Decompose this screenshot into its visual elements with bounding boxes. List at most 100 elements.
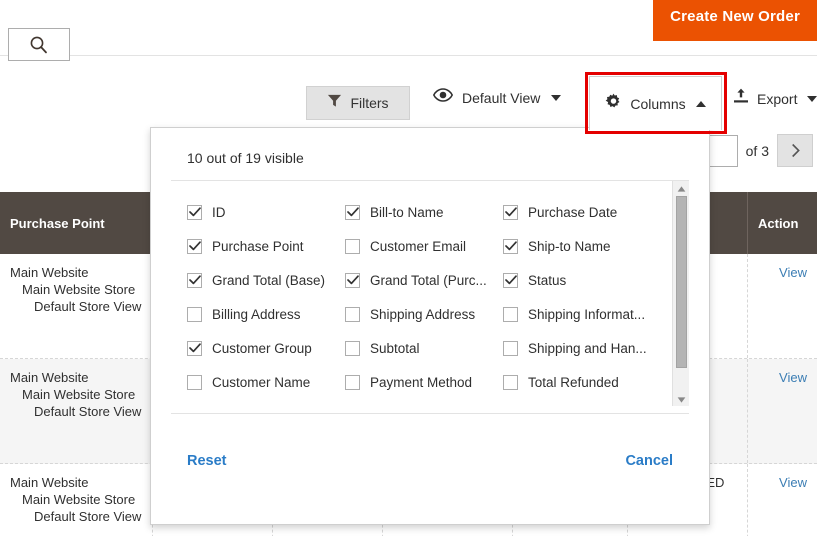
column-option-purchase-point[interactable]: Purchase Point	[187, 229, 345, 263]
column-header-action: Action	[747, 192, 817, 254]
column-option-customer-email[interactable]: Customer Email	[345, 229, 503, 263]
column-option-label: Purchase Date	[528, 204, 618, 220]
column-option-label: Payment Method	[370, 374, 473, 390]
columns-panel-footer: Reset Cancel	[151, 432, 709, 524]
column-option-label: Shipping Informat...	[528, 306, 646, 322]
column-option-customer-name[interactable]: Customer Name	[187, 365, 345, 399]
upload-icon	[733, 88, 749, 109]
chevron-down-icon	[807, 95, 817, 102]
pagination: of 3	[703, 134, 813, 167]
column-option-grand-total-purc[interactable]: Grand Total (Purc...	[345, 263, 503, 297]
column-option-customer-group[interactable]: Customer Group	[187, 331, 345, 365]
scrollbar-thumb[interactable]	[676, 196, 687, 368]
checkbox-icon[interactable]	[345, 340, 360, 356]
purchase-point-store-view: Default Store View	[34, 509, 142, 524]
checkbox-icon[interactable]	[503, 204, 518, 220]
filters-button[interactable]: Filters	[306, 86, 410, 120]
purchase-point-store-view: Default Store View	[34, 299, 142, 314]
purchase-point-website: Main Website	[10, 475, 89, 490]
cell-purchase-point: Main Website Main Website Store Default …	[0, 464, 152, 536]
cancel-button[interactable]: Cancel	[625, 453, 673, 469]
purchase-point-website: Main Website	[10, 265, 89, 280]
cell-purchase-point: Main Website Main Website Store Default …	[0, 254, 152, 358]
column-option-label: Grand Total (Base)	[212, 272, 326, 288]
search-input[interactable]	[8, 28, 70, 61]
column-option-shipping-and-han[interactable]: Shipping and Han...	[503, 331, 661, 365]
cell-action: View	[747, 359, 817, 463]
eye-icon	[432, 88, 454, 107]
checkbox-icon[interactable]	[345, 238, 360, 254]
columns-scrollbar[interactable]	[672, 181, 689, 406]
column-option-status[interactable]: Status	[503, 263, 661, 297]
cell-action: View	[747, 464, 817, 536]
view-order-link[interactable]: View	[779, 475, 807, 490]
reset-button[interactable]: Reset	[187, 453, 227, 469]
columns-options-list: ID Bill-to Name Purchase Date Purchase Poin…	[171, 181, 669, 406]
scroll-up-arrow-icon[interactable]	[673, 181, 689, 196]
page-total-label: of 3	[745, 142, 769, 159]
column-option-label: Shipping Address	[370, 306, 476, 322]
export-label: Export	[757, 90, 798, 107]
column-option-label: Customer Name	[212, 374, 311, 390]
columns-options-scroll-area[interactable]: ID Bill-to Name Purchase Date Purchase Poin…	[171, 180, 689, 406]
checkbox-icon[interactable]	[503, 272, 518, 288]
checkbox-icon[interactable]	[503, 340, 518, 356]
view-order-link[interactable]: View	[779, 370, 807, 385]
column-option-label: Grand Total (Purc...	[370, 272, 487, 288]
checkbox-icon[interactable]	[345, 272, 360, 288]
column-option-total-refunded[interactable]: Total Refunded	[503, 365, 661, 399]
chevron-down-icon	[551, 94, 562, 101]
checkbox-icon[interactable]	[503, 374, 518, 390]
scroll-down-arrow-icon[interactable]	[673, 392, 689, 406]
purchase-point-store-view: Default Store View	[34, 404, 142, 419]
purchase-point-store: Main Website Store	[22, 492, 136, 507]
columns-visible-count: 10 out of 19 visible	[187, 150, 304, 166]
columns-label: Columns	[630, 95, 686, 112]
column-option-label: Shipping and Han...	[528, 340, 647, 356]
column-option-label: Billing Address	[212, 306, 301, 322]
checkbox-icon[interactable]	[345, 204, 360, 220]
purchase-point-store: Main Website Store	[22, 387, 136, 402]
column-option-billing-address[interactable]: Billing Address	[187, 297, 345, 331]
checkbox-icon[interactable]	[187, 374, 202, 390]
column-option-label: Customer Email	[370, 238, 467, 254]
column-option-label: Customer Group	[212, 340, 312, 356]
column-option-shipping-informat[interactable]: Shipping Informat...	[503, 297, 661, 331]
checkbox-icon[interactable]	[187, 306, 202, 322]
page-actions-bar: Create New Order	[0, 0, 817, 56]
column-option-shipping-address[interactable]: Shipping Address	[345, 297, 503, 331]
cell-purchase-point: Main Website Main Website Store Default …	[0, 359, 152, 463]
column-option-bill-to-name[interactable]: Bill-to Name	[345, 195, 503, 229]
column-option-grand-total-base[interactable]: Grand Total (Base)	[187, 263, 345, 297]
checkbox-icon[interactable]	[345, 374, 360, 390]
column-header-purchase-point[interactable]: Purchase Point	[0, 192, 152, 254]
default-view-selector[interactable]: Default View	[432, 88, 562, 107]
checkbox-icon[interactable]	[503, 238, 518, 254]
column-option-ship-to-name[interactable]: Ship-to Name	[503, 229, 661, 263]
purchase-point-store: Main Website Store	[22, 282, 136, 297]
column-option-payment-method[interactable]: Payment Method	[345, 365, 503, 399]
column-option-subtotal[interactable]: Subtotal	[345, 331, 503, 365]
checkbox-icon[interactable]	[345, 306, 360, 322]
checkbox-icon[interactable]	[503, 306, 518, 322]
checkbox-icon[interactable]	[187, 340, 202, 356]
view-order-link[interactable]: View	[779, 265, 807, 280]
filters-label: Filters	[350, 95, 389, 111]
export-button[interactable]: Export	[733, 88, 817, 109]
funnel-icon	[327, 93, 342, 113]
search-icon	[29, 35, 49, 55]
checkbox-icon[interactable]	[187, 272, 202, 288]
checkbox-icon[interactable]	[187, 238, 202, 254]
next-page-button[interactable]	[777, 134, 813, 167]
gear-icon	[605, 93, 622, 115]
checkbox-icon[interactable]	[187, 204, 202, 220]
panel-divider	[171, 413, 689, 414]
columns-dropdown-panel: 10 out of 19 visible ID Bill-to Name Purch…	[150, 127, 710, 525]
chevron-up-icon	[695, 100, 706, 107]
columns-button[interactable]: Columns	[589, 76, 722, 130]
create-new-order-button[interactable]: Create New Order	[653, 0, 817, 41]
column-option-purchase-date[interactable]: Purchase Date	[503, 195, 661, 229]
column-option-id[interactable]: ID	[187, 195, 345, 229]
column-option-action[interactable]: Action	[187, 399, 345, 406]
column-option-label: ID	[212, 204, 226, 220]
